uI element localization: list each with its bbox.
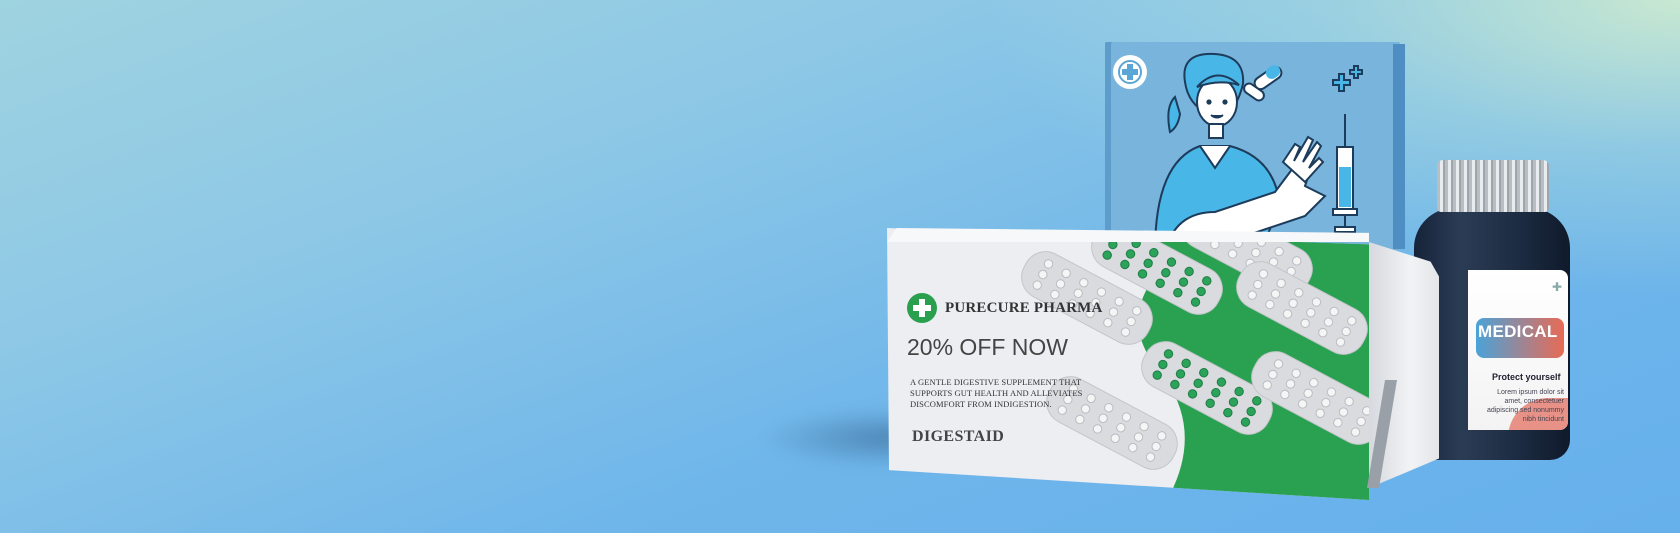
medical-cross-icon xyxy=(1113,55,1147,89)
illustrated-box xyxy=(1105,42,1400,252)
label-cross-icon: ✚ xyxy=(1552,280,1563,294)
brand-name: PURECURE PHARMA xyxy=(945,299,1103,316)
illustrated-box-side xyxy=(1393,44,1405,249)
offer-text: 20% OFF NOW xyxy=(907,334,1069,360)
pharmacy-cross-icon xyxy=(907,293,937,323)
label-title: MEDICAL xyxy=(1478,322,1558,341)
nurse-illustration xyxy=(1113,52,1363,252)
bottle-cap xyxy=(1437,160,1549,212)
product-name: DIGESTAID xyxy=(912,428,1005,445)
bottle-label: ✚ MEDICAL Protect yourself Lorem ipsum d… xyxy=(1468,270,1568,430)
label-text: Lorem ipsum dolor sit amet, consectetuer… xyxy=(1486,389,1564,423)
syringe-icon xyxy=(1332,114,1358,233)
product-description: A GENTLE DIGESTIVE SUPPLEMENT THAT SUPPO… xyxy=(910,377,1083,409)
brand-row: PURECURE PHARMA xyxy=(907,293,1103,323)
product-box xyxy=(887,228,1369,500)
blister-pack-artwork xyxy=(1021,228,1369,500)
capsule-icon xyxy=(1243,65,1283,102)
label-subtitle: Protect yourself xyxy=(1492,372,1561,382)
